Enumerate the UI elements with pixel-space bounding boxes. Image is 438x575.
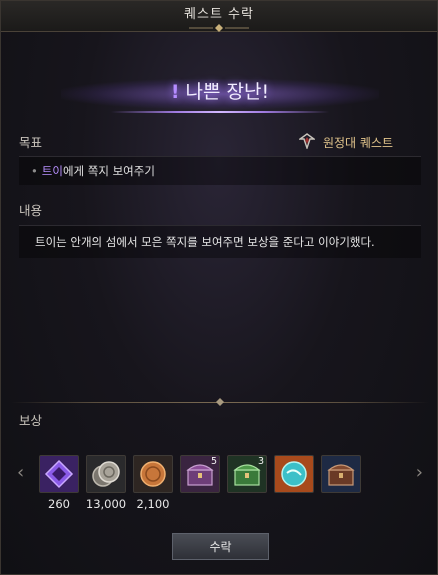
silver-coin-icon [92, 461, 120, 487]
title-bar: 퀘스트 수락 [1, 1, 437, 32]
reward-item[interactable] [274, 455, 314, 493]
goal-panel: • 트이에게 쪽지 보여주기 [19, 156, 421, 185]
bullet: • [31, 164, 38, 178]
reward-item[interactable] [133, 455, 173, 493]
reward-item[interactable] [39, 455, 79, 493]
reward-count-badge: 5 [210, 456, 217, 467]
title-ornament-icon [189, 24, 249, 32]
quest-banner: ! 나쁜 장난! [1, 41, 438, 131]
content-text: 트이는 안개의 섬에서 모은 쪽지를 보여주면 보상을 준다고 이야기했다. [35, 235, 375, 249]
reward-item[interactable]: 5 [180, 455, 220, 493]
quest-title: ! 나쁜 장난! [1, 77, 438, 104]
quest-accept-window: 퀘스트 수락 ! 나쁜 장난! 목표 원정대 퀘스트 • 트이에게 쪽지 보여주기 … [0, 0, 438, 575]
brown-chest-icon [327, 464, 355, 486]
window-title: 퀘스트 수락 [184, 7, 254, 22]
goal-text: 에게 쪽지 보여주기 [62, 164, 155, 178]
bronze-coin-icon [140, 461, 166, 487]
goal-label: 목표 [19, 135, 43, 150]
purple-crystal-icon [44, 459, 74, 489]
reward-item[interactable] [86, 455, 126, 493]
reward-item[interactable]: 3 [227, 455, 267, 493]
goal-objective: • 트이에게 쪽지 보여주기 [31, 163, 155, 179]
reward-quantity: 2,100 [136, 497, 170, 511]
reward-count-badge: 3 [257, 456, 264, 467]
rewards-next-arrow[interactable]: › [416, 462, 423, 483]
accept-button[interactable]: 수락 [172, 533, 269, 560]
content-panel: 트이는 안개의 섬에서 모은 쪽지를 보여주면 보상을 준다고 이야기했다. [19, 225, 421, 258]
reward-quantity: 13,000 [85, 497, 127, 511]
exclamation-icon: ! [170, 81, 180, 103]
rewards-prev-arrow[interactable]: ‹ [17, 462, 24, 483]
expedition-emblem-icon [299, 133, 315, 149]
teal-orb-icon [281, 461, 307, 487]
content-label: 내용 [19, 203, 43, 218]
divider-ornament-icon [216, 398, 224, 406]
quest-title-text: 나쁜 장난! [185, 81, 270, 103]
reward-quantity: 260 [48, 497, 70, 511]
reward-item[interactable] [321, 455, 361, 493]
quest-type-label: 원정대 퀘스트 [322, 136, 393, 150]
banner-underline [111, 111, 329, 113]
goal-npc-name[interactable]: 트이 [42, 164, 63, 178]
rewards-label: 보상 [19, 413, 43, 428]
